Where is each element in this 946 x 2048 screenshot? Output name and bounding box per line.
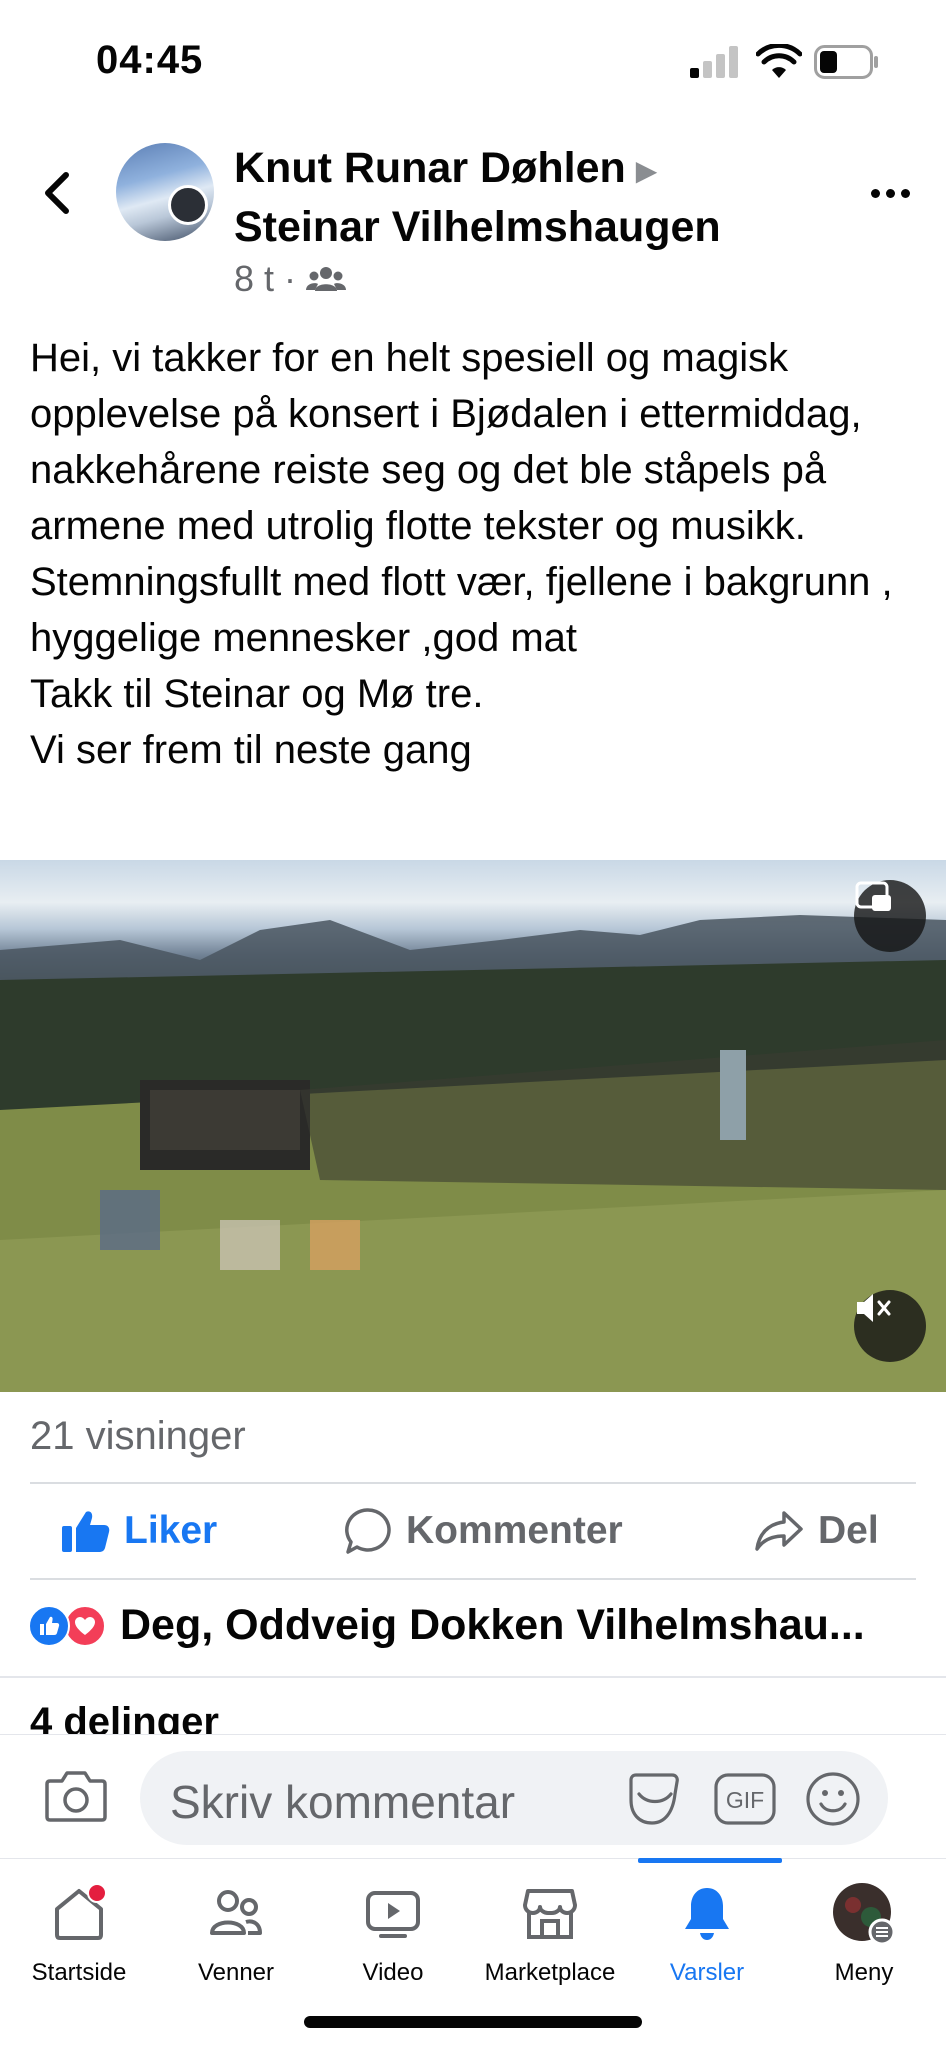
wifi-icon (756, 44, 802, 78)
tab-label: Venner (197, 1959, 275, 1986)
tab-startside[interactable]: Startside (0, 1859, 158, 1989)
post-meta: 8 t · (234, 258, 347, 300)
thumbs-up-icon (62, 1511, 110, 1552)
profile-menu-icon (833, 1883, 896, 1946)
video-player[interactable] (0, 860, 946, 1392)
comment-button[interactable]: Kommenter (342, 1496, 623, 1566)
back-button[interactable] (30, 166, 84, 220)
notification-dot (87, 1883, 107, 1903)
tab-video[interactable]: Video (314, 1859, 472, 1989)
share-label: Del (818, 1509, 879, 1552)
post-text: Hei, vi takker for en helt spesiell og m… (30, 336, 893, 772)
tab-label: Startside (31, 1959, 127, 1986)
post-author-line[interactable]: Knut Runar Døhlen ▶ Steinar Vilhelmshauge… (234, 140, 721, 255)
author-avatar[interactable] (116, 143, 214, 241)
tab-label: Video (362, 1959, 424, 1986)
more-dot (900, 188, 910, 198)
video-icon (366, 1891, 420, 1938)
sticker-icon (629, 1773, 679, 1825)
like-reaction-icon (28, 1604, 70, 1647)
picture-in-picture-button[interactable] (854, 880, 926, 952)
meta-dot: · (284, 258, 297, 299)
gif-icon: GIF (714, 1773, 776, 1825)
comment-icon (345, 1508, 391, 1554)
reactions-summary[interactable]: Deg, Oddveig Dokken Vilhelmshau... (28, 1601, 900, 1650)
emoji-icon (806, 1772, 860, 1826)
comment-composer: Skriv kommentar GIF (0, 1734, 946, 1858)
muted-speaker-icon (857, 1294, 891, 1322)
gif-button[interactable]: GIF (714, 1773, 776, 1825)
avatar-inset (168, 185, 208, 225)
more-options-button[interactable] (860, 168, 920, 218)
divider (30, 1578, 916, 1580)
divider (30, 1482, 916, 1484)
video-frame (0, 915, 946, 1392)
tab-marketplace[interactable]: Marketplace (471, 1859, 629, 1989)
author-name[interactable]: Knut Runar Døhlen (234, 144, 626, 192)
camera-button[interactable] (44, 1767, 108, 1827)
status-bar: 04:45 (0, 0, 946, 120)
tab-label: Varsler (669, 1959, 745, 1986)
comment-label: Kommenter (406, 1509, 623, 1552)
mute-button[interactable] (854, 1290, 926, 1362)
like-button[interactable]: Liker (60, 1496, 217, 1566)
gif-label: GIF (726, 1787, 764, 1813)
post-time[interactable]: 8 t (234, 258, 274, 300)
chevron-left-icon (45, 172, 69, 214)
reactor-names: Deg, Oddveig Dokken Vilhelmshau... (120, 1601, 865, 1649)
friends-icon (210, 1890, 262, 1935)
emoji-button[interactable] (804, 1772, 862, 1826)
home-indicator[interactable] (304, 2016, 642, 2028)
share-button[interactable]: Del (754, 1496, 879, 1566)
tab-meny[interactable]: Meny (785, 1859, 943, 1989)
target-name[interactable]: Steinar Vilhelmshaugen (234, 203, 721, 251)
cellular-signal-icon (690, 46, 740, 78)
like-label: Liker (124, 1509, 218, 1552)
share-count[interactable]: 4 delinger (30, 1700, 219, 1736)
to-arrow-icon: ▶ (635, 154, 658, 186)
marketplace-icon (523, 1889, 577, 1939)
view-count[interactable]: 21 visninger (30, 1414, 246, 1459)
comment-placeholder: Skriv kommentar (170, 1776, 516, 1828)
tab-label: Meny (834, 1959, 894, 1986)
bell-icon (685, 1888, 729, 1940)
share-arrow-icon (755, 1511, 803, 1551)
picture-in-picture-icon (855, 881, 891, 911)
love-reaction-icon (64, 1604, 106, 1647)
sticker-button[interactable] (624, 1773, 684, 1825)
group-icon (306, 267, 347, 291)
more-dot (885, 188, 895, 198)
tab-varsler[interactable]: Varsler (628, 1859, 786, 1989)
battery-icon (814, 45, 878, 79)
more-dot (870, 188, 880, 198)
home-icon (55, 1883, 107, 1940)
active-tab-indicator (638, 1858, 782, 1863)
tab-venner[interactable]: Venner (157, 1859, 315, 1989)
tab-label: Marketplace (484, 1959, 616, 1986)
divider (0, 1676, 946, 1678)
camera-icon (45, 1771, 107, 1822)
comment-input[interactable]: Skriv kommentar GIF (140, 1751, 888, 1845)
status-time: 04:45 (96, 38, 204, 82)
